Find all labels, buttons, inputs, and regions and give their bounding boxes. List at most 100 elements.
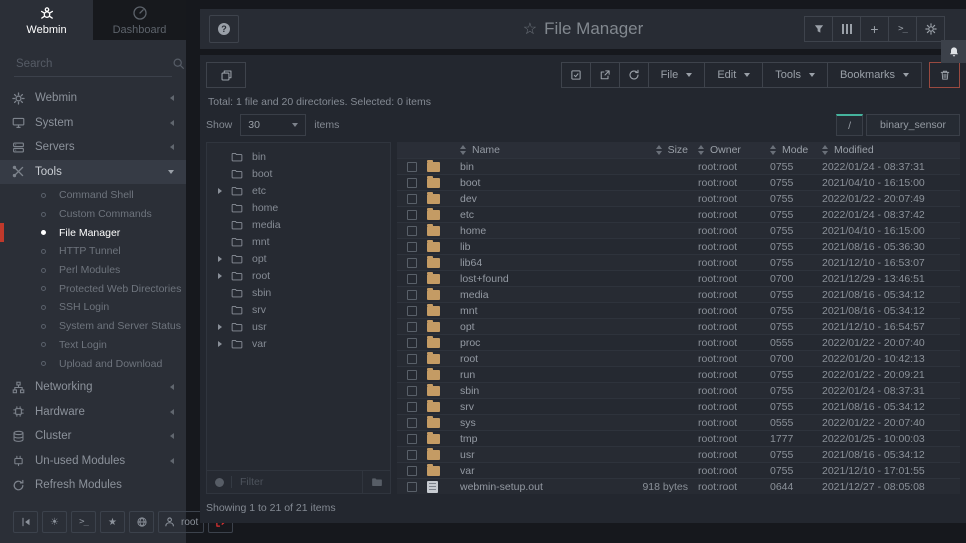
table-row[interactable]: var root:root 0755 2021/12/10 - 17:01:55 <box>397 462 960 478</box>
sidebar-subitem-system-and-server-status[interactable]: System and Server Status <box>0 317 186 336</box>
expand-toggle[interactable] <box>218 205 231 211</box>
row-checkbox[interactable] <box>407 434 417 444</box>
expand-toggle[interactable] <box>218 341 231 347</box>
notifications-button[interactable] <box>941 40 966 63</box>
row-checkbox[interactable] <box>407 338 417 348</box>
tree-item[interactable]: root <box>207 267 390 284</box>
columns-button[interactable] <box>832 16 861 42</box>
row-checkbox[interactable] <box>407 370 417 380</box>
sidebar-subitem-perl-modules[interactable]: Perl Modules <box>0 261 186 280</box>
expand-toggle[interactable] <box>218 307 231 313</box>
column-header-modified[interactable]: Modified <box>822 144 960 156</box>
table-row[interactable]: opt root:root 0755 2021/12/10 - 16:54:57 <box>397 318 960 334</box>
row-checkbox[interactable] <box>407 402 417 412</box>
column-header-owner[interactable]: Owner <box>698 144 770 156</box>
table-row[interactable]: lost+found root:root 0700 2021/12/29 - 1… <box>397 270 960 286</box>
tools-menu-button[interactable]: Tools <box>762 62 828 88</box>
row-checkbox[interactable] <box>407 354 417 364</box>
expand-toggle[interactable] <box>218 222 231 228</box>
expand-toggle[interactable] <box>218 290 231 296</box>
tree-item[interactable]: usr <box>207 318 390 335</box>
row-checkbox[interactable] <box>407 482 417 492</box>
search-input[interactable] <box>14 57 172 71</box>
table-row[interactable]: usr root:root 0755 2021/08/16 - 05:34:12 <box>397 446 960 462</box>
table-row[interactable]: tmp root:root 1777 2022/01/25 - 10:00:03 <box>397 430 960 446</box>
bookmarks-menu-button[interactable]: Bookmarks <box>827 62 922 88</box>
select-all-button[interactable] <box>561 62 591 88</box>
table-row[interactable]: sbin root:root 0755 2022/01/24 - 08:37:3… <box>397 382 960 398</box>
export-button[interactable] <box>590 62 620 88</box>
sidebar-item-unused-modules[interactable]: Un-used Modules <box>0 448 186 473</box>
table-row[interactable]: dev root:root 0755 2022/01/22 - 20:07:49 <box>397 190 960 206</box>
sidebar-item-cluster[interactable]: Cluster <box>0 424 186 449</box>
row-checkbox[interactable] <box>407 226 417 236</box>
tree-item[interactable]: opt <box>207 250 390 267</box>
tree-item[interactable]: boot <box>207 165 390 182</box>
settings-button[interactable] <box>916 16 945 42</box>
table-row[interactable]: proc root:root 0555 2022/01/22 - 20:07:4… <box>397 334 960 350</box>
table-row[interactable]: run root:root 0755 2022/01/22 - 20:09:21 <box>397 366 960 382</box>
row-checkbox[interactable] <box>407 258 417 268</box>
trash-button[interactable] <box>929 62 960 88</box>
table-row[interactable]: lib64 root:root 0755 2021/12/10 - 16:53:… <box>397 254 960 270</box>
row-checkbox[interactable] <box>407 194 417 204</box>
row-checkbox[interactable] <box>407 162 417 172</box>
page-size-select[interactable]: 30 <box>240 114 306 136</box>
tree-item[interactable]: srv <box>207 301 390 318</box>
tree-item[interactable]: var <box>207 335 390 352</box>
table-row[interactable]: home root:root 0755 2021/04/10 - 16:15:0… <box>397 222 960 238</box>
favorite-star-icon[interactable]: ☆ <box>523 21 537 38</box>
tree-item[interactable]: sbin <box>207 284 390 301</box>
table-row[interactable]: lib root:root 0755 2021/08/16 - 05:36:30 <box>397 238 960 254</box>
row-checkbox[interactable] <box>407 178 417 188</box>
row-checkbox[interactable] <box>407 290 417 300</box>
expand-toggle[interactable] <box>218 154 231 160</box>
table-row[interactable]: webmin-setup.out 918 bytes root:root 064… <box>397 478 960 494</box>
table-row[interactable]: sys root:root 0555 2022/01/22 - 20:07:40 <box>397 414 960 430</box>
favorites-button[interactable]: ★ <box>100 511 125 533</box>
row-checkbox[interactable] <box>407 306 417 316</box>
tab-dashboard[interactable]: Dashboard <box>93 0 186 40</box>
sidebar-item-system[interactable]: System <box>0 111 186 136</box>
sidebar-item-networking[interactable]: Networking <box>0 375 186 400</box>
sidebar-subitem-text-login[interactable]: Text Login <box>0 336 186 355</box>
row-checkbox[interactable] <box>407 418 417 428</box>
language-button[interactable] <box>129 511 154 533</box>
expand-toggle[interactable] <box>218 273 231 279</box>
sidebar-item-tools[interactable]: Tools <box>0 160 186 185</box>
file-menu-button[interactable]: File <box>648 62 706 88</box>
tree-item[interactable]: etc <box>207 182 390 199</box>
path-root-button[interactable]: / <box>836 114 863 136</box>
expand-toggle[interactable] <box>218 188 231 194</box>
filter-button[interactable] <box>804 16 833 42</box>
sidebar-item-webmin[interactable]: Webmin <box>0 86 186 111</box>
shell-button[interactable]: >_ <box>888 16 917 42</box>
tree-item[interactable]: media <box>207 216 390 233</box>
column-header-name[interactable]: Name <box>460 144 598 156</box>
sidebar-subitem-protected-web-directories[interactable]: Protected Web Directories <box>0 279 186 298</box>
row-checkbox[interactable] <box>407 242 417 252</box>
row-checkbox[interactable] <box>407 210 417 220</box>
path-segment[interactable]: binary_sensor <box>866 114 960 136</box>
table-row[interactable]: mnt root:root 0755 2021/08/16 - 05:34:12 <box>397 302 960 318</box>
row-checkbox[interactable] <box>407 322 417 332</box>
help-button[interactable]: ? <box>209 15 239 43</box>
table-row[interactable]: etc root:root 0755 2022/01/24 - 08:37:42 <box>397 206 960 222</box>
sidebar-item-refresh-modules[interactable]: Refresh Modules <box>0 473 186 498</box>
clear-filter-icon[interactable] <box>214 477 225 488</box>
theme-button[interactable]: ☀ <box>42 511 67 533</box>
expand-toggle[interactable] <box>218 171 231 177</box>
refresh-button[interactable] <box>619 62 649 88</box>
column-header-size[interactable]: Size <box>598 144 698 156</box>
column-header-mode[interactable]: Mode <box>770 144 822 156</box>
edit-menu-button[interactable]: Edit <box>704 62 763 88</box>
sidebar-subitem-command-shell[interactable]: Command Shell <box>0 186 186 205</box>
sidebar-item-servers[interactable]: Servers <box>0 135 186 160</box>
collapse-sidebar-button[interactable] <box>13 511 38 533</box>
tree-item[interactable]: bin <box>207 148 390 165</box>
sidebar-item-hardware[interactable]: Hardware <box>0 399 186 424</box>
select-view-button[interactable] <box>206 62 246 88</box>
expand-toggle[interactable] <box>218 256 231 262</box>
tree-folder-button[interactable] <box>362 471 390 493</box>
row-checkbox[interactable] <box>407 450 417 460</box>
